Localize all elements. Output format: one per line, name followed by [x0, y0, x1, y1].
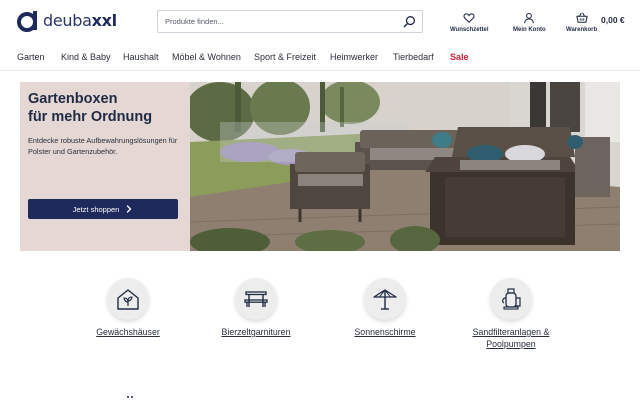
logo-mark-icon	[17, 11, 37, 32]
logo-text-part1: deuba	[43, 11, 92, 30]
hero-title-line1: Gartenboxen	[28, 91, 118, 107]
category-circle	[490, 278, 532, 320]
hero-image-garden-scene	[190, 82, 620, 251]
category-label[interactable]: Bierzeltgarnituren	[222, 326, 291, 338]
logo-text: deubaxxl	[43, 9, 117, 33]
basket-icon	[575, 12, 588, 23]
account-label: Mein Konto	[513, 27, 546, 33]
category-greenhouses[interactable]: Gewächshäuser	[86, 278, 170, 338]
section-heading-peek-icon	[127, 396, 133, 398]
category-label[interactable]: Sandfilteranlagen & Poolpumpen	[473, 326, 550, 350]
category-circle	[107, 278, 149, 320]
hero-title: Gartenboxen für mehr Ordnung	[28, 90, 188, 126]
wishlist-label: Wunschzettel	[450, 27, 489, 33]
beer-table-icon	[244, 291, 268, 307]
wishlist-button[interactable]: Wunschzettel	[450, 12, 489, 33]
nav-item-heimwerker[interactable]: Heimwerker	[330, 52, 378, 62]
nav-item-sport-freizeit[interactable]: Sport & Freizeit	[254, 52, 316, 62]
category-label[interactable]: Sonnenschirme	[354, 326, 415, 338]
category-parasols[interactable]: Sonnenschirme	[343, 278, 427, 338]
greenhouse-icon	[117, 289, 139, 310]
search-input[interactable]	[158, 11, 398, 32]
nav-item-tierbedarf[interactable]: Tierbedarf	[393, 52, 434, 62]
hero-text-panel: Gartenboxen für mehr Ordnung Entdecke ro…	[20, 82, 190, 251]
nav-item-haushalt[interactable]: Haushalt	[123, 52, 159, 62]
nav-item-garten[interactable]: Garten	[17, 52, 45, 62]
nav-divider	[0, 70, 640, 71]
account-button[interactable]: Mein Konto	[513, 12, 546, 33]
search-icon[interactable]	[403, 15, 416, 28]
nav-item-sale[interactable]: Sale	[450, 52, 469, 62]
category-sand-filters[interactable]: Sandfilteranlagen & Poolpumpen	[461, 278, 561, 350]
cart-total[interactable]: 0,00 €	[601, 15, 625, 25]
search-bar	[157, 10, 423, 33]
logo[interactable]: deubaxxl	[16, 9, 117, 33]
heart-icon	[463, 13, 475, 23]
category-label[interactable]: Gewächshäuser	[96, 326, 160, 338]
site-header: deubaxxl Wunschzettel Mein Konto Warenko…	[0, 0, 640, 46]
shop-now-label: Jetzt shoppen	[72, 204, 120, 214]
shop-now-button[interactable]: Jetzt shoppen	[28, 199, 178, 219]
category-circle	[235, 278, 277, 320]
hero-banner[interactable]: Gartenboxen für mehr Ordnung Entdecke ro…	[20, 82, 620, 251]
nav-item-moebel-wohnen[interactable]: Möbel & Wohnen	[172, 52, 241, 62]
hero-subtitle: Entdecke robuste Aufbewahrungslösungen f…	[28, 136, 178, 156]
main-navigation: Garten Kind & Baby Haushalt Möbel & Wohn…	[0, 46, 640, 70]
hero-title-line2: für mehr Ordnung	[28, 109, 153, 125]
user-icon	[524, 12, 535, 24]
cart-label: Warenkorb	[566, 27, 598, 33]
cart-button[interactable]: Warenkorb	[566, 12, 597, 33]
category-beer-tables[interactable]: Bierzeltgarnituren	[206, 278, 306, 338]
parasol-icon	[373, 289, 397, 310]
chevron-right-icon	[127, 205, 132, 213]
category-label-line1: Sandfilteranlagen &	[472, 327, 550, 337]
logo-text-part2: xxl	[91, 11, 118, 30]
nav-item-kind-baby[interactable]: Kind & Baby	[61, 52, 111, 62]
sand-filter-icon	[502, 288, 521, 310]
category-label-line2: Poolpumpen	[486, 339, 536, 349]
category-circle	[364, 278, 406, 320]
